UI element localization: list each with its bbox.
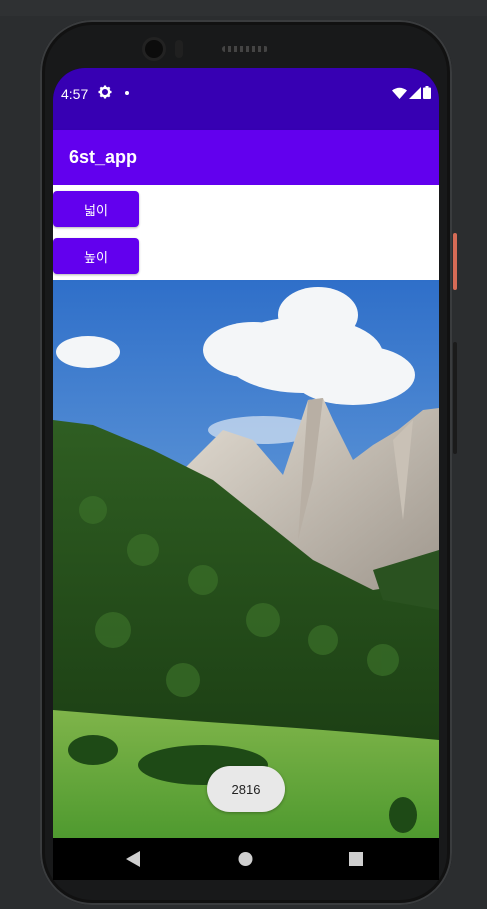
toast-message: 2816 <box>207 766 285 812</box>
notification-dot-icon <box>125 91 129 95</box>
app-title: 6st_app <box>69 147 138 167</box>
wifi-icon <box>392 87 407 103</box>
navigation-bar <box>53 838 439 880</box>
earpiece-speaker <box>222 46 268 52</box>
width-button[interactable]: 넓이 <box>53 191 139 227</box>
back-icon[interactable] <box>126 851 140 871</box>
status-bar: 4:57 <box>53 68 439 130</box>
settings-icon <box>98 85 112 103</box>
front-camera <box>145 40 163 58</box>
home-icon[interactable] <box>238 851 253 871</box>
battery-icon <box>423 86 431 103</box>
status-time: 4:57 <box>61 86 89 102</box>
button-panel: 넓이 높이 <box>53 185 439 280</box>
sensor <box>175 40 183 58</box>
system-icons <box>392 86 431 103</box>
app-bar: 6st_app <box>53 130 439 185</box>
signal-icon <box>409 86 421 103</box>
recents-icon[interactable] <box>349 851 363 871</box>
volume-button[interactable] <box>453 342 457 454</box>
window-top-bar <box>0 0 487 16</box>
phone-screen: 4:57 6st_app 넓이 높이 2816 <box>53 68 439 880</box>
height-button[interactable]: 높이 <box>53 238 139 274</box>
power-button[interactable] <box>453 233 457 290</box>
landscape-image <box>53 280 439 838</box>
